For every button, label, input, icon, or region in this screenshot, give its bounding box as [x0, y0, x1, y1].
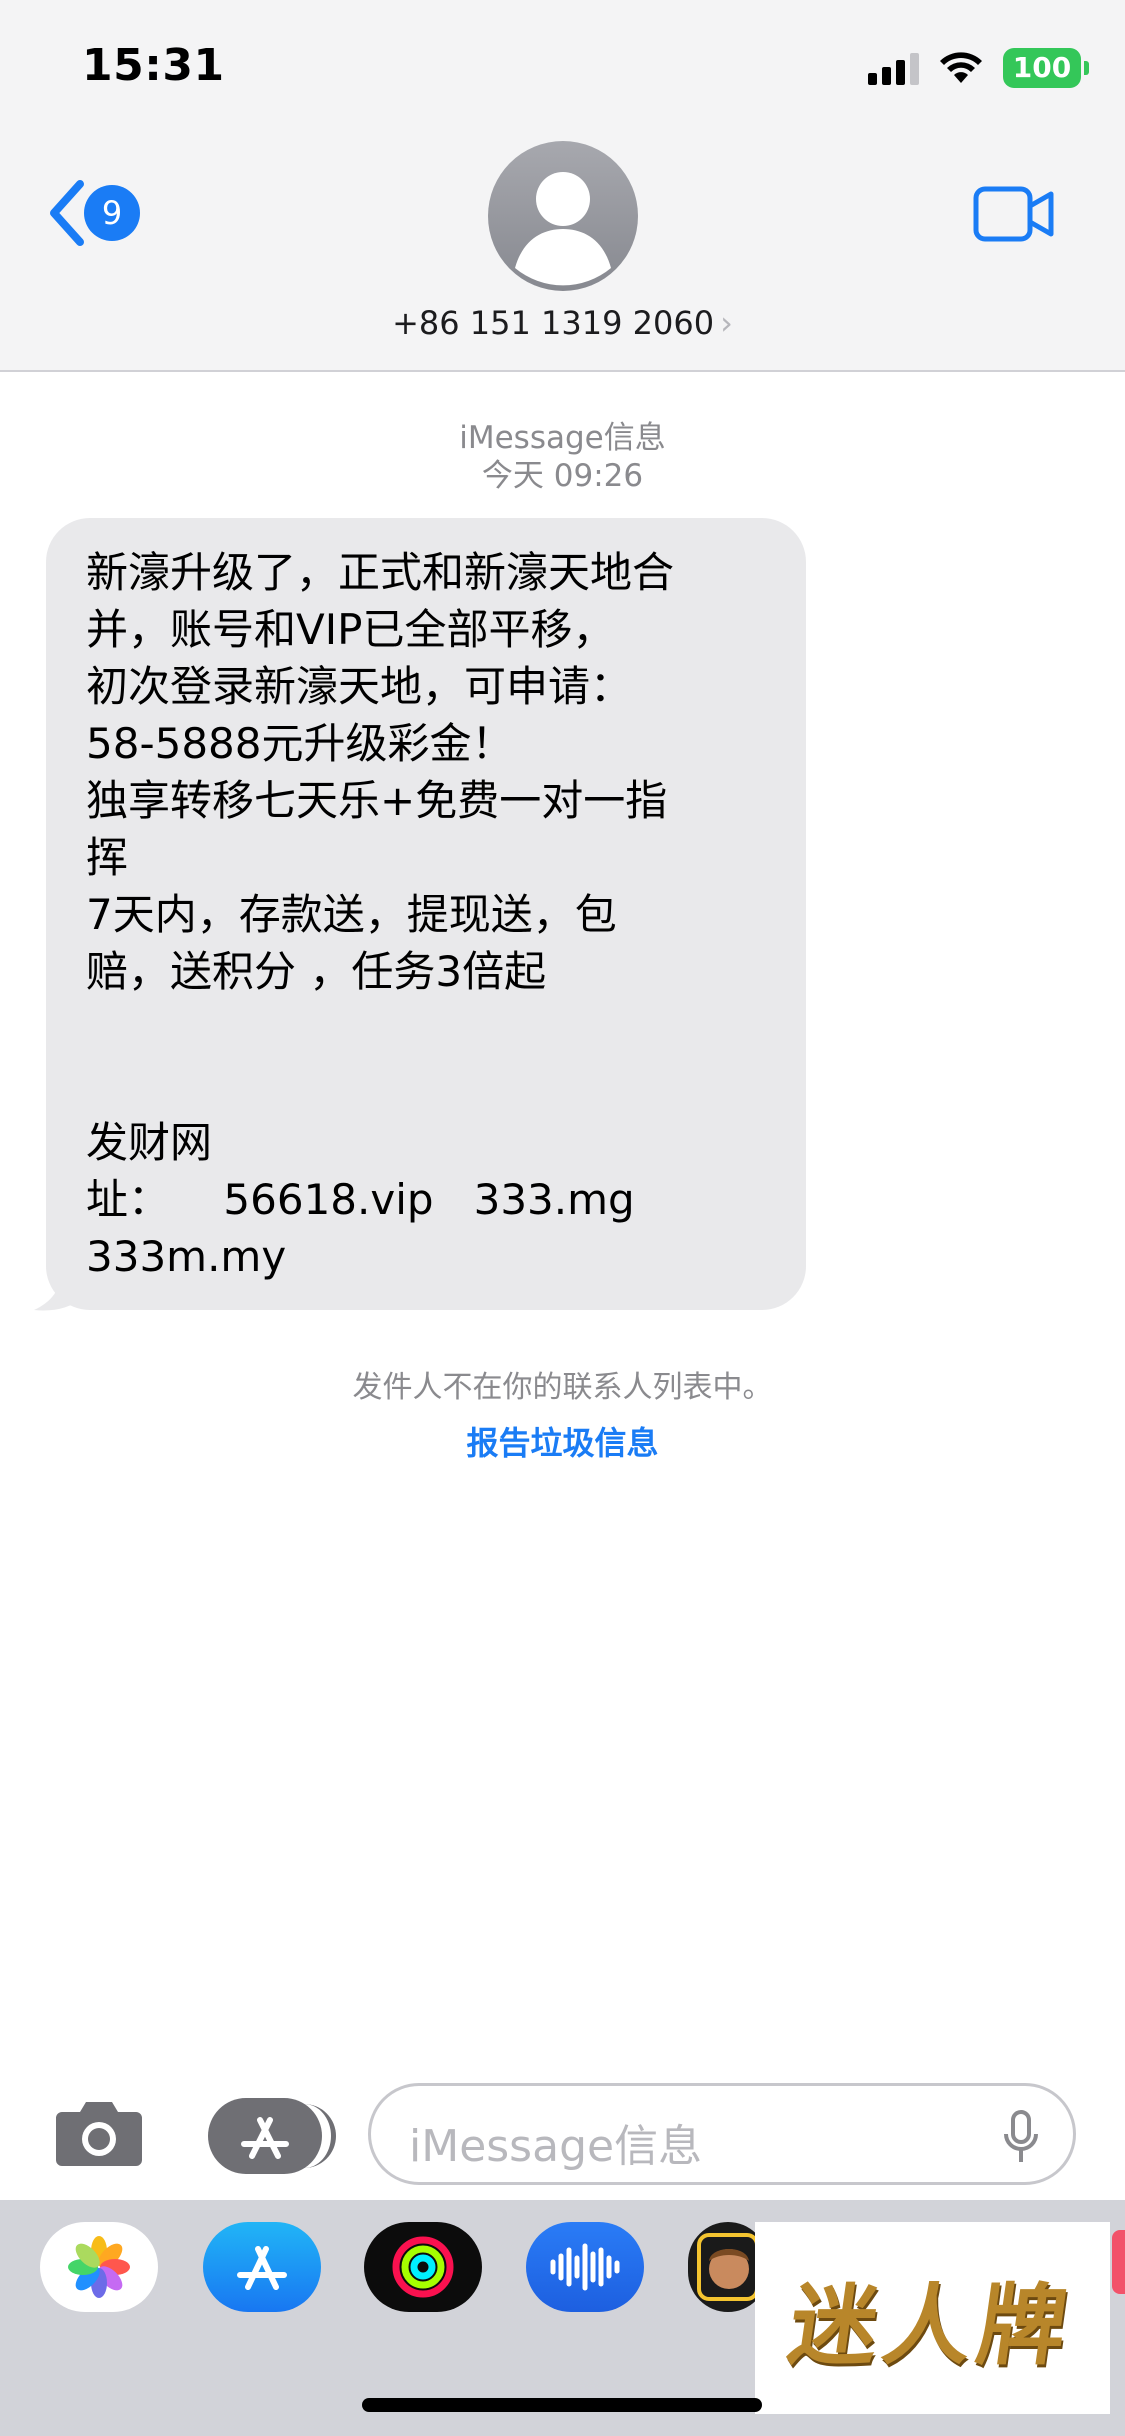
tray-app-app-store[interactable] [203, 2222, 321, 2312]
message-line: 58-5888元升级彩金！ [86, 719, 514, 768]
back-button[interactable]: 9 [46, 180, 140, 246]
status-time: 15:31 [82, 40, 225, 91]
unknown-sender-notice: 发件人不在你的联系人列表中。 [352, 1370, 773, 1405]
app-store-drawer-button[interactable] [208, 2098, 336, 2174]
app-store-icon [241, 2117, 289, 2159]
message-input-placeholder: iMessage信息 [409, 2121, 703, 2172]
message-line: 挥 [86, 833, 129, 882]
status-icons: 100 [868, 46, 1089, 90]
video-camera-icon [973, 186, 1054, 242]
watermark-logo: 迷人牌 [755, 2222, 1110, 2414]
message-line: 初次登录新濠天地，可申请： [86, 662, 633, 711]
activity-rings-icon [392, 2236, 454, 2298]
cellular-signal-icon [868, 51, 919, 85]
message-input[interactable]: iMessage信息 [368, 2083, 1076, 2185]
facetime-video-button[interactable] [973, 186, 1055, 246]
bubble-tail [34, 1268, 82, 1311]
message-line: 并，账号和VIP已全部平移， [86, 605, 615, 654]
app-store-icon [237, 2246, 287, 2290]
report-junk-link[interactable]: 报告垃圾信息 [0, 1418, 1125, 1464]
watermark-text: 迷人牌 [783, 2272, 1080, 2377]
conversation-header: 15:31 100 9 +86 151 1319 2060 › [0, 0, 1125, 372]
message-line: 独享转移七天乐+免费一对一指 [86, 776, 668, 825]
home-indicator [362, 2398, 762, 2412]
camera-icon [56, 2102, 142, 2166]
contact-avatar[interactable] [488, 141, 638, 291]
message-line [86, 1000, 778, 1057]
tray-app-activity[interactable] [364, 2222, 482, 2312]
message-line: 7天内，存款送，提现送，包 [86, 890, 617, 939]
message-line [86, 1057, 778, 1114]
camera-button[interactable] [54, 2098, 144, 2172]
person-icon [515, 172, 611, 286]
tray-app-photos[interactable] [40, 2222, 158, 2312]
message-line: 333m.my [86, 1232, 287, 1281]
chevron-left-icon [50, 180, 84, 246]
memoji-icon [697, 2233, 759, 2301]
tray-app-voice-memo[interactable] [526, 2222, 644, 2312]
contact-name[interactable]: +86 151 1319 2060 › [0, 304, 1125, 342]
battery-indicator: 100 [1003, 48, 1089, 88]
incoming-message-bubble[interactable]: 新濠升级了，正式和新濠天地合 并，账号和VIP已全部平移， 初次登录新濠天地，可… [46, 518, 806, 1310]
message-line: 发财网 [86, 1118, 213, 1167]
contact-number: +86 151 1319 2060 [392, 304, 715, 342]
tray-app-partial[interactable] [1112, 2230, 1125, 2294]
photos-icon [68, 2236, 130, 2298]
wifi-icon [940, 52, 982, 83]
message-line: 新濠升级了，正式和新濠天地合 [86, 548, 675, 597]
audio-waveform-icon [550, 2243, 620, 2291]
message-timestamp: 今天 09:26 [481, 458, 644, 494]
message-line: 赔，送积分 ，任务3倍起 [86, 947, 547, 996]
microphone-icon[interactable] [1003, 2110, 1039, 2164]
chevron-right-icon: › [720, 304, 733, 342]
message-line: 址： 56618.vip 333.mg [86, 1175, 635, 1224]
unread-count-badge: 9 [84, 185, 140, 241]
